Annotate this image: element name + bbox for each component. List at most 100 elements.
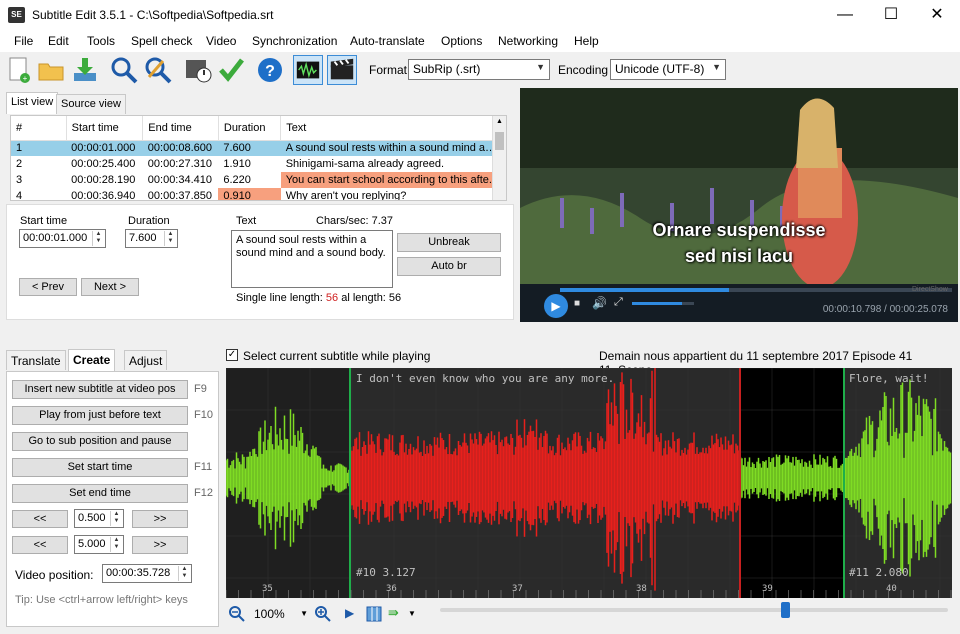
play-icon[interactable]: ▶	[544, 294, 568, 318]
chevron-down-icon: ▼	[712, 62, 721, 72]
video-toggle-icon[interactable]	[327, 55, 357, 85]
tab-translate[interactable]: Translate	[6, 350, 66, 370]
set-start-shortcut: F11	[194, 461, 213, 473]
slider-thumb[interactable]	[781, 602, 791, 618]
select-while-playing-checkbox[interactable]: ✓	[226, 349, 238, 361]
spin-arrows-icon[interactable]: ▲ ▼	[178, 566, 190, 581]
grid-icon[interactable]	[365, 605, 383, 623]
unbreak-button[interactable]: Unbreak	[397, 233, 501, 252]
tab-list-view[interactable]: List view	[6, 92, 59, 114]
maximize-button[interactable]: ☐	[868, 0, 914, 30]
spin-arrows-icon[interactable]: ▲ ▼	[110, 537, 122, 552]
fast-forward-icon[interactable]: ⇛	[388, 605, 399, 621]
spin-arrows-icon[interactable]: ▲ ▼	[110, 511, 122, 526]
step-forward-small-button[interactable]: >>	[132, 510, 188, 528]
audio-waveform[interactable]: I don't even know who you are any more. …	[226, 368, 952, 598]
open-folder-icon[interactable]	[36, 55, 66, 85]
new-file-icon[interactable]: +	[4, 55, 34, 85]
scroll-up-icon[interactable]: ▲	[496, 118, 503, 125]
play-selection-icon[interactable]: ▶	[345, 606, 354, 620]
zoom-in-icon[interactable]	[314, 605, 332, 623]
close-button[interactable]: ✕	[914, 0, 960, 30]
menu-edit[interactable]: Edit	[48, 34, 69, 48]
stop-icon[interactable]: ■	[574, 298, 580, 309]
menu-tools[interactable]: Tools	[87, 34, 115, 48]
table-row[interactable]: 4 00:00:36.940 00:00:37.850 0.910 Why ar…	[11, 188, 506, 200]
menu-networking[interactable]: Networking	[498, 34, 558, 48]
auto-br-button[interactable]: Auto br	[397, 257, 501, 276]
step-back-small-button[interactable]: <<	[12, 510, 68, 528]
goto-pause-button[interactable]: Go to sub position and pause	[12, 432, 188, 451]
tab-adjust[interactable]: Adjust	[124, 350, 168, 370]
tab-source-view[interactable]: Source view	[56, 94, 126, 114]
tab-create[interactable]: Create	[68, 349, 116, 371]
spell-check-icon[interactable]	[216, 55, 246, 85]
menu-auto-translate[interactable]: Auto-translate	[350, 34, 425, 48]
table-row[interactable]: 2 00:00:25.400 00:00:27.310 1.910 Shinig…	[11, 156, 506, 172]
play-before-button[interactable]: Play from just before text	[12, 406, 188, 425]
subtitle-list[interactable]: # Start time End time Duration Text 1 00…	[10, 115, 507, 201]
menu-spell-check[interactable]: Spell check	[131, 34, 192, 48]
chevron-down-icon[interactable]: ▼	[408, 609, 416, 618]
waveform-sub11-text: Flore, wait!	[849, 372, 929, 385]
step-small-input[interactable]: 0.500 ▲ ▼	[74, 509, 124, 528]
tick-label: 38	[636, 584, 647, 594]
table-row[interactable]: 1 00:00:01.000 00:00:08.600 7.600 A soun…	[11, 140, 506, 156]
column-number[interactable]: #	[11, 116, 67, 141]
next-button[interactable]: Next >	[81, 278, 139, 296]
visual-sync-icon[interactable]	[183, 55, 213, 85]
menu-options[interactable]: Options	[441, 34, 482, 48]
waveform-position-slider[interactable]	[440, 602, 948, 618]
toolbar: + ? Format SubRip (.srt) ▼ Encoding Unico…	[0, 52, 960, 88]
menu-synchronization[interactable]: Synchronization	[252, 34, 337, 48]
replace-icon[interactable]	[143, 55, 173, 85]
format-select[interactable]: SubRip (.srt) ▼	[408, 59, 550, 80]
zoom-out-icon[interactable]	[228, 605, 246, 623]
scroll-thumb[interactable]	[495, 132, 504, 150]
waveform-toggle-icon[interactable]	[293, 55, 323, 85]
table-row[interactable]: 3 00:00:28.190 00:00:34.410 6.220 You ca…	[11, 172, 506, 188]
select-while-playing-label: Select current subtitle while playing	[243, 349, 431, 363]
start-time-input[interactable]: 00:00:01.000 ▲ ▼	[19, 229, 106, 248]
spin-arrows-icon[interactable]: ▲ ▼	[164, 231, 176, 246]
video-seek-bar[interactable]	[560, 288, 952, 292]
column-duration[interactable]: Duration	[218, 116, 282, 141]
encoding-select[interactable]: Unicode (UTF-8) ▼	[610, 59, 726, 80]
start-time-label: Start time	[20, 215, 68, 227]
column-text[interactable]: Text	[280, 116, 506, 141]
zoom-select[interactable]: 100% ▼	[250, 605, 310, 624]
save-download-icon[interactable]	[70, 55, 100, 85]
duration-input[interactable]: 7.600 ▲ ▼	[125, 229, 178, 248]
step-forward-large-button[interactable]: >>	[132, 536, 188, 554]
help-icon[interactable]: ?	[255, 55, 285, 85]
column-start-time[interactable]: Start time	[66, 116, 144, 141]
cell-end: 00:00:27.310	[147, 158, 213, 170]
find-icon[interactable]	[109, 55, 139, 85]
tick-label: 35	[262, 584, 273, 594]
volume-icon[interactable]: 🔊	[592, 296, 607, 310]
waveform-canvas	[226, 368, 952, 598]
fullscreen-icon[interactable]: ⤢	[614, 296, 623, 309]
video-position-input[interactable]: 00:00:35.728 ▲ ▼	[102, 564, 192, 583]
encoding-label: Encoding	[558, 63, 609, 77]
video-player[interactable]: Ornare suspendisse sed nisi lacu ▶ ■ 🔊 ⤢…	[520, 88, 958, 322]
menu-help[interactable]: Help	[574, 34, 599, 48]
video-time: 00:00:10.798 / 00:00:25.078	[822, 304, 948, 315]
menu-video[interactable]: Video	[206, 34, 236, 48]
menu-file[interactable]: File	[14, 34, 33, 48]
set-end-button[interactable]: Set end time	[12, 484, 188, 503]
set-start-button[interactable]: Set start time	[12, 458, 188, 477]
svg-text:+: +	[23, 74, 28, 83]
column-end-time[interactable]: End time	[142, 116, 219, 141]
list-scrollbar[interactable]: ▲	[492, 116, 506, 200]
tick-label: 40	[886, 584, 897, 594]
step-back-large-button[interactable]: <<	[12, 536, 68, 554]
minimize-button[interactable]: —	[822, 0, 868, 30]
volume-slider[interactable]	[632, 302, 694, 305]
spin-arrows-icon[interactable]: ▲ ▼	[92, 231, 104, 246]
step-large-input[interactable]: 5.000 ▲ ▼	[74, 535, 124, 554]
prev-button[interactable]: < Prev	[19, 278, 77, 296]
play-before-shortcut: F10	[194, 409, 213, 421]
subtitle-text-editor[interactable]: A sound soul rests within a sound mind a…	[231, 230, 393, 288]
insert-subtitle-button[interactable]: Insert new subtitle at video pos	[12, 380, 188, 399]
